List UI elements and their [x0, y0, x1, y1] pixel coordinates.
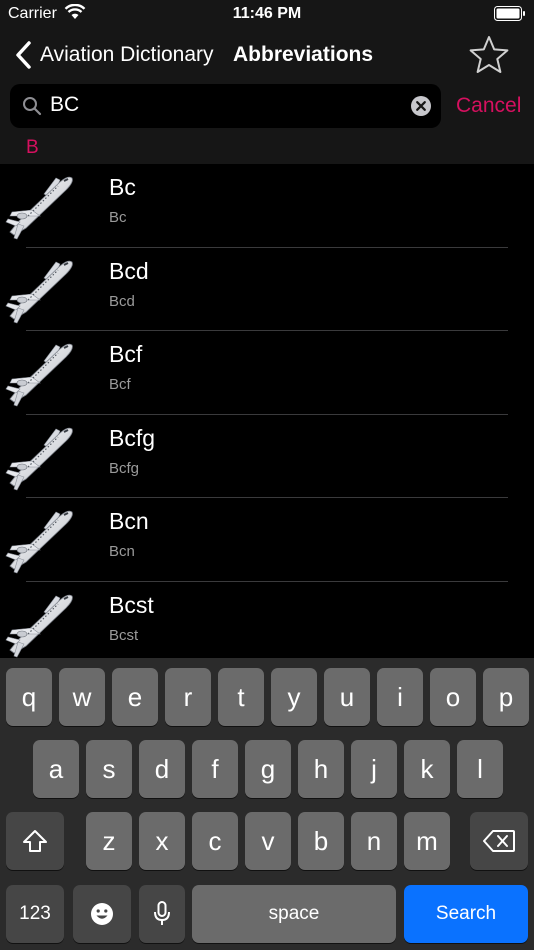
- item-subtitle: Bcd: [109, 292, 135, 310]
- key-t[interactable]: t: [218, 668, 264, 726]
- key-i[interactable]: i: [377, 668, 423, 726]
- key-h[interactable]: h: [298, 740, 344, 798]
- item-subtitle: Bcn: [109, 543, 135, 560]
- key-f[interactable]: f: [192, 740, 238, 798]
- search-icon: [23, 97, 42, 116]
- item-subtitle: Bcst: [109, 626, 139, 644]
- airplane-icon: [4, 172, 76, 240]
- microphone-icon: [154, 901, 170, 925]
- results-list: Bc Bc Bcd Bcd Bcf Bcf Bcfg Bcfg Bcn Bcn …: [0, 164, 534, 658]
- key-j[interactable]: j: [351, 740, 397, 798]
- navigation-bar: Aviation Dictionary Abbreviations: [0, 28, 534, 82]
- battery-icon: [494, 6, 525, 21]
- list-item[interactable]: Bcn Bcn: [0, 498, 534, 582]
- item-subtitle: Bcfg: [109, 459, 140, 477]
- section-header: B: [0, 132, 534, 164]
- search-bar: BC Cancel: [0, 82, 534, 132]
- key-v[interactable]: v: [245, 812, 291, 870]
- emoji-icon: [91, 903, 113, 925]
- item-title: Bc: [109, 174, 136, 200]
- key-d[interactable]: d: [139, 740, 185, 798]
- chevron-left-icon[interactable]: [14, 40, 34, 70]
- numbers-key[interactable]: 123: [6, 885, 64, 943]
- backspace-icon: [483, 830, 515, 852]
- shift-key[interactable]: [6, 812, 64, 870]
- back-button[interactable]: Aviation Dictionary: [40, 43, 214, 67]
- status-bar: Carrier 11:46 PM: [0, 0, 534, 28]
- key-e[interactable]: e: [112, 668, 158, 726]
- key-a[interactable]: a: [33, 740, 79, 798]
- key-g[interactable]: g: [245, 740, 291, 798]
- cancel-button[interactable]: Cancel: [456, 94, 521, 118]
- key-y[interactable]: y: [271, 668, 317, 726]
- key-l[interactable]: l: [457, 740, 503, 798]
- list-item[interactable]: Bcd Bcd: [0, 248, 534, 331]
- item-subtitle: Bcf: [109, 376, 131, 393]
- item-title: Bcn: [109, 508, 149, 534]
- keyboard: q w e r t y u i o p a s d f g h j k l z …: [0, 658, 534, 950]
- item-title: Bcd: [109, 257, 149, 284]
- search-key[interactable]: Search: [404, 885, 528, 943]
- star-icon[interactable]: [468, 34, 510, 76]
- key-q[interactable]: q: [6, 668, 52, 726]
- item-title: Bcst: [109, 591, 154, 618]
- clock: 11:46 PM: [232, 5, 302, 22]
- key-w[interactable]: w: [59, 668, 105, 726]
- key-z[interactable]: z: [86, 812, 132, 870]
- airplane-icon: [4, 423, 76, 491]
- key-n[interactable]: n: [351, 812, 397, 870]
- airplane-icon: [4, 590, 76, 658]
- space-key[interactable]: space: [192, 885, 396, 943]
- airplane-icon: [4, 506, 76, 574]
- airplane-icon: [4, 339, 76, 407]
- list-item[interactable]: Bc Bc: [0, 164, 534, 248]
- clear-icon[interactable]: [411, 96, 431, 116]
- shift-icon: [23, 830, 47, 852]
- key-u[interactable]: u: [324, 668, 370, 726]
- page-title: Abbreviations: [233, 43, 374, 66]
- key-x[interactable]: x: [139, 812, 185, 870]
- key-s[interactable]: s: [86, 740, 132, 798]
- key-m[interactable]: m: [404, 812, 450, 870]
- section-letter: B: [26, 137, 39, 158]
- key-k[interactable]: k: [404, 740, 450, 798]
- backspace-key[interactable]: [470, 812, 528, 870]
- emoji-key[interactable]: [73, 885, 131, 943]
- list-item[interactable]: Bcfg Bcfg: [0, 415, 534, 498]
- list-item[interactable]: Bcf Bcf: [0, 331, 534, 415]
- search-input[interactable]: BC: [50, 93, 79, 117]
- key-b[interactable]: b: [298, 812, 344, 870]
- airplane-icon: [4, 256, 76, 324]
- key-o[interactable]: o: [430, 668, 476, 726]
- key-c[interactable]: c: [192, 812, 238, 870]
- key-r[interactable]: r: [165, 668, 211, 726]
- list-item[interactable]: Bcst Bcst: [0, 582, 534, 659]
- item-title: Bcfg: [109, 424, 156, 451]
- item-title: Bcf: [109, 341, 143, 367]
- dictation-key[interactable]: [139, 885, 185, 943]
- item-subtitle: Bc: [109, 209, 127, 226]
- key-p[interactable]: p: [483, 668, 529, 726]
- search-field[interactable]: BC: [10, 84, 441, 128]
